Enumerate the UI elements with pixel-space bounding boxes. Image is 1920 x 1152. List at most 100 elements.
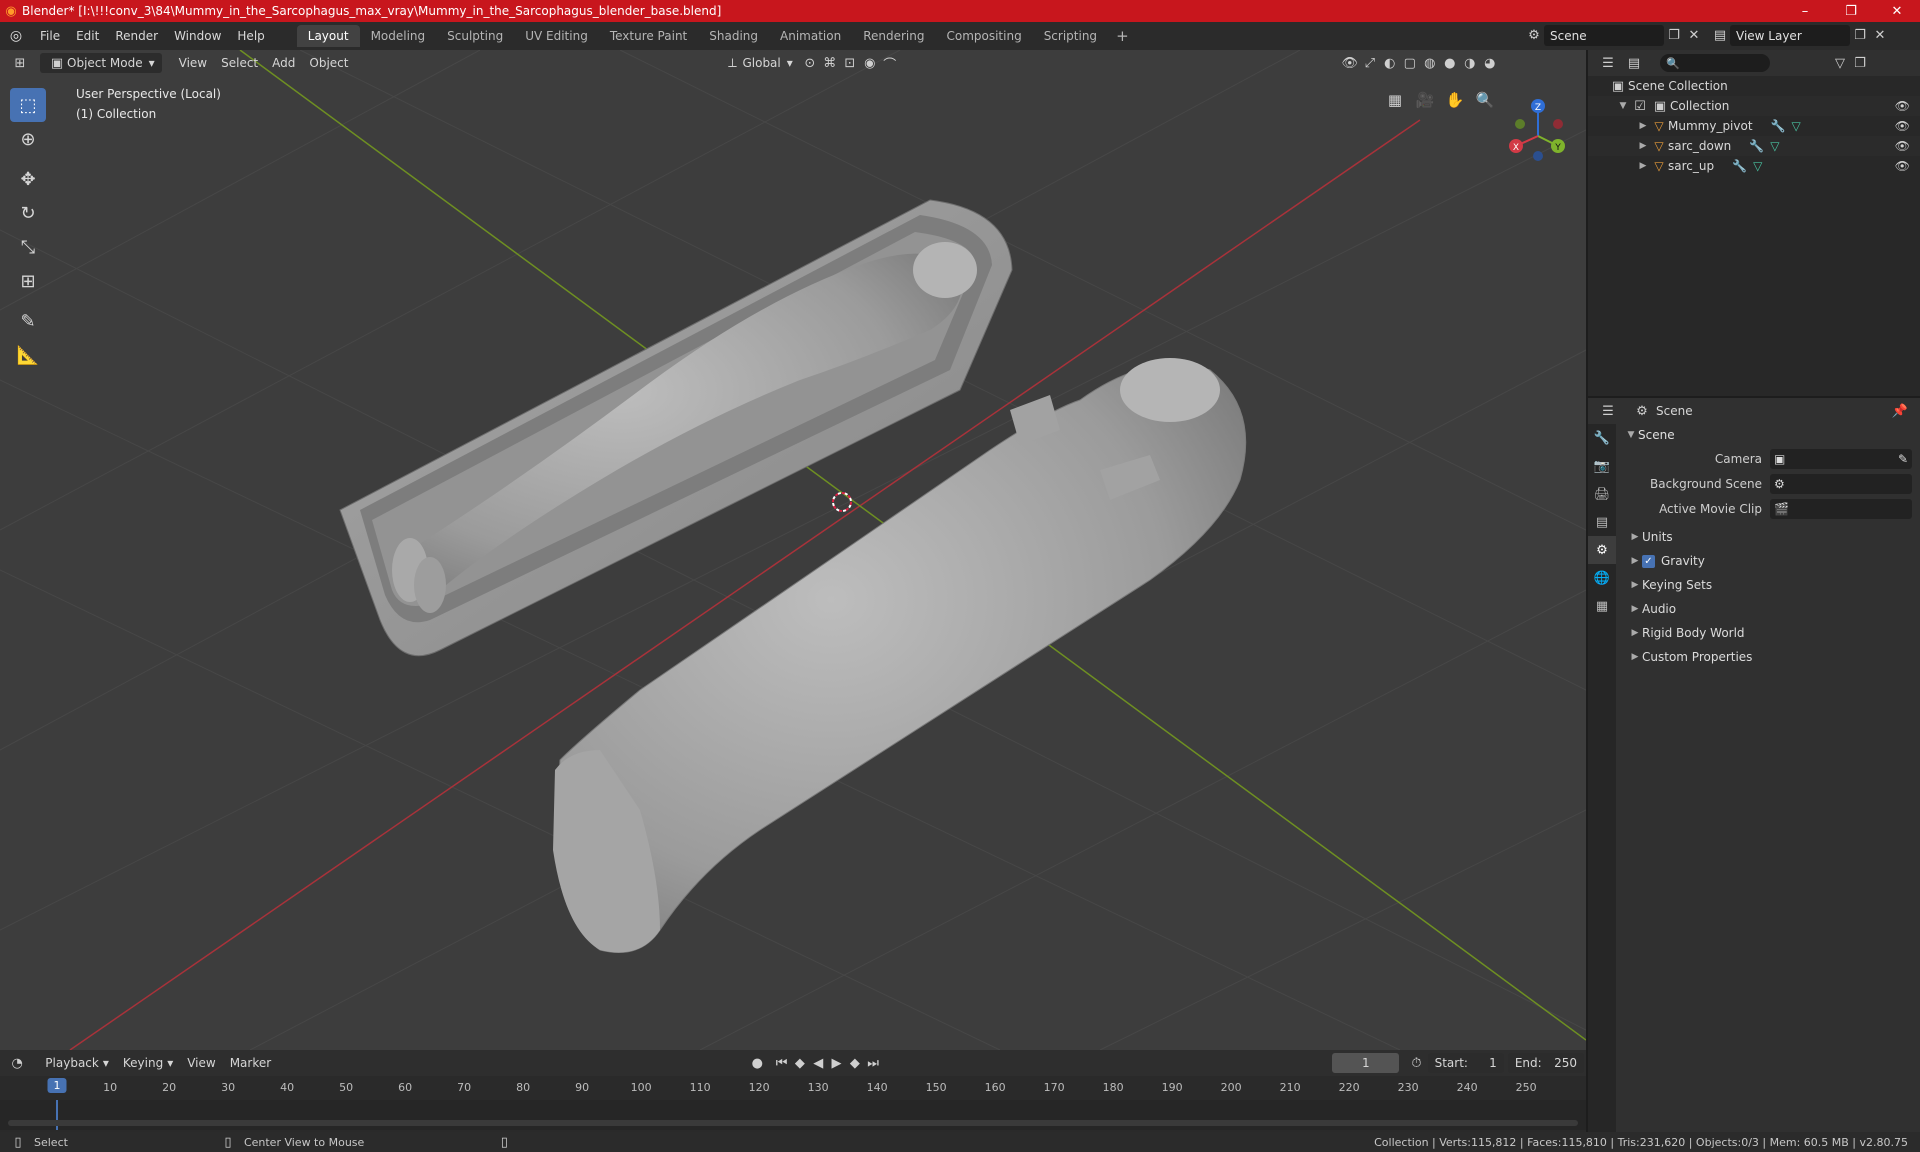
editor-type-icon[interactable]: ☰ [1598,401,1618,421]
expand-arrow-icon[interactable]: ▶ [1636,121,1650,131]
menu-edit[interactable]: Edit [68,22,107,50]
current-frame-field[interactable]: 1 [1332,1053,1400,1073]
keying-sets-panel[interactable]: ▶ Keying Sets [1618,573,1920,597]
menu-view[interactable]: View [172,53,214,73]
tab-shading[interactable]: Shading [698,25,769,47]
menu-file[interactable]: File [32,22,68,50]
menu-marker[interactable]: Marker [223,1053,278,1073]
editor-type-icon[interactable]: ⊞ [10,53,30,73]
tab-scripting[interactable]: Scripting [1033,25,1108,47]
mesh-data-icon[interactable]: ▽ [1753,159,1762,173]
view-layer-tab-icon[interactable]: ▤ [1588,508,1616,536]
tab-compositing[interactable]: Compositing [935,25,1032,47]
scene-field[interactable]: Scene [1544,25,1664,46]
measure-tool-icon[interactable]: 📐 [10,338,46,372]
gizmo-toggle-icon[interactable]: ⤢ [1360,53,1380,73]
eye-icon[interactable]: 👁 [1895,139,1910,153]
tab-animation[interactable]: Animation [769,25,852,47]
record-icon[interactable]: ● [748,1053,766,1073]
view-layer-field[interactable]: View Layer [1730,25,1850,46]
xray-icon[interactable]: ▢ [1400,53,1420,73]
menu-add[interactable]: Add [265,53,302,73]
new-view-layer-icon[interactable]: ❐ [1850,26,1870,46]
proportional-edit-icon[interactable]: ◉ [860,53,880,73]
rendered-shading-icon[interactable]: ◕ [1480,53,1500,73]
scene-collection-row[interactable]: ▣ Scene Collection [1588,76,1920,96]
modifier-wrench-icon[interactable]: 🔧 [1771,119,1786,133]
object-mode-dropdown[interactable]: ▣ Object Mode ▾ [40,53,162,73]
tab-sculpting[interactable]: Sculpting [436,25,514,47]
menu-render[interactable]: Render [107,22,166,50]
wireframe-shading-icon[interactable]: ◍ [1420,53,1440,73]
gravity-panel[interactable]: ▶ ✓ Gravity [1618,549,1920,573]
visibility-icon[interactable]: 👁 [1340,53,1360,73]
maximize-button[interactable]: ❐ [1828,0,1874,22]
gravity-checkbox[interactable]: ✓ [1642,554,1655,568]
grid-icon[interactable]: ▦ [1380,88,1410,112]
snap-icon[interactable]: ⌘ [820,53,840,73]
zoom-icon[interactable]: 🔍 [1470,88,1500,112]
delete-view-layer-icon[interactable]: ✕ [1870,26,1890,46]
eye-icon[interactable]: 👁 [1895,159,1910,173]
tab-layout[interactable]: Layout [296,25,360,47]
add-workspace-icon[interactable]: + [1108,27,1137,45]
texture-tab-icon[interactable]: ▦ [1588,592,1616,620]
expand-arrow-icon[interactable]: ▶ [1636,141,1650,151]
menu-playback[interactable]: Playback ▾ [38,1053,116,1073]
camera-field[interactable]: ▣ ✎ [1770,448,1912,469]
units-panel[interactable]: ▶ Units [1618,525,1920,549]
filter-icon[interactable]: ▽ [1830,53,1850,73]
rigid-body-world-panel[interactable]: ▶ Rigid Body World [1618,621,1920,645]
play-icon[interactable]: ▶ [827,1053,845,1073]
menu-keying[interactable]: Keying ▾ [116,1053,180,1073]
start-frame-field[interactable]: Start: 1 [1427,1053,1504,1073]
output-tab-icon[interactable]: 🖨 [1588,480,1616,508]
timeline-ruler[interactable]: 1 10 20 30 40 50 60 70 80 90 100 110 120 130 140 150 160… [0,1076,1586,1100]
menu-window[interactable]: Window [166,22,229,50]
background-scene-field[interactable]: ⚙ [1770,473,1912,494]
editor-type-icon[interactable]: ◔ [8,1053,26,1073]
outliner-search-input[interactable]: 🔍 [1660,54,1770,72]
new-collection-icon[interactable]: ❐ [1850,53,1870,73]
timeline-track[interactable] [0,1100,1586,1130]
scale-tool-icon[interactable]: ⤡ [10,230,46,264]
jump-start-icon[interactable]: ⏮ [772,1053,790,1073]
new-scene-icon[interactable]: ❐ [1664,26,1684,46]
menu-timeline-view[interactable]: View [180,1053,222,1073]
pin-icon[interactable]: 📌 [1890,401,1910,421]
select-box-tool-icon[interactable]: ⬚ [10,88,46,122]
snap-target-icon[interactable]: ⊡ [840,53,860,73]
minimize-button[interactable]: – [1782,0,1828,22]
transform-tool-icon[interactable]: ⊞ [10,264,46,298]
falloff-icon[interactable]: ⌒ [880,53,900,73]
overlay-toggle-icon[interactable]: ◐ [1380,53,1400,73]
custom-properties-panel[interactable]: ▶ Custom Properties [1618,645,1920,669]
mesh-data-icon[interactable]: ▽ [1792,119,1801,133]
camera-view-icon[interactable]: 🎥 [1410,88,1440,112]
scene-icon[interactable]: ⚙ [1524,26,1544,46]
orientation-dropdown[interactable]: ⟂ Global ▾ [715,53,799,73]
audio-panel[interactable]: ▶ Audio [1618,597,1920,621]
editor-type-icon[interactable]: ☰ [1598,53,1618,73]
tab-uv-editing[interactable]: UV Editing [514,25,599,47]
move-tool-icon[interactable]: ✥ [10,162,46,196]
tab-texture-paint[interactable]: Texture Paint [599,25,698,47]
menu-help[interactable]: Help [229,22,272,50]
next-keyframe-icon[interactable]: ◆ [846,1053,864,1073]
tab-modeling[interactable]: Modeling [360,25,437,47]
pivot-point-icon[interactable]: ⊙ [800,53,820,73]
material-shading-icon[interactable]: ◑ [1460,53,1480,73]
close-button[interactable]: ✕ [1874,0,1920,22]
hand-pan-icon[interactable]: ✋ [1440,88,1470,112]
menu-select[interactable]: Select [214,53,265,73]
3d-viewport[interactable]: ⊞ ▣ Object Mode ▾ View Select Add Object… [0,50,1586,1050]
scene-panel-header[interactable]: ▼ Scene [1618,424,1920,446]
active-movie-clip-field[interactable]: 🎬 [1770,498,1912,519]
expand-arrow-icon[interactable]: ▼ [1616,101,1630,111]
render-tab-icon[interactable]: 📷 [1588,452,1616,480]
menu-object[interactable]: Object [302,53,355,73]
eye-icon[interactable]: 👁 [1895,119,1910,133]
collection-row[interactable]: ▼ ☑ ▣ Collection 👁 [1588,96,1920,116]
outliner-object-row[interactable]: ▶ ▽ sarc_up 🔧 ▽ 👁 [1588,156,1920,176]
current-frame-marker[interactable]: 1 [47,1078,67,1093]
